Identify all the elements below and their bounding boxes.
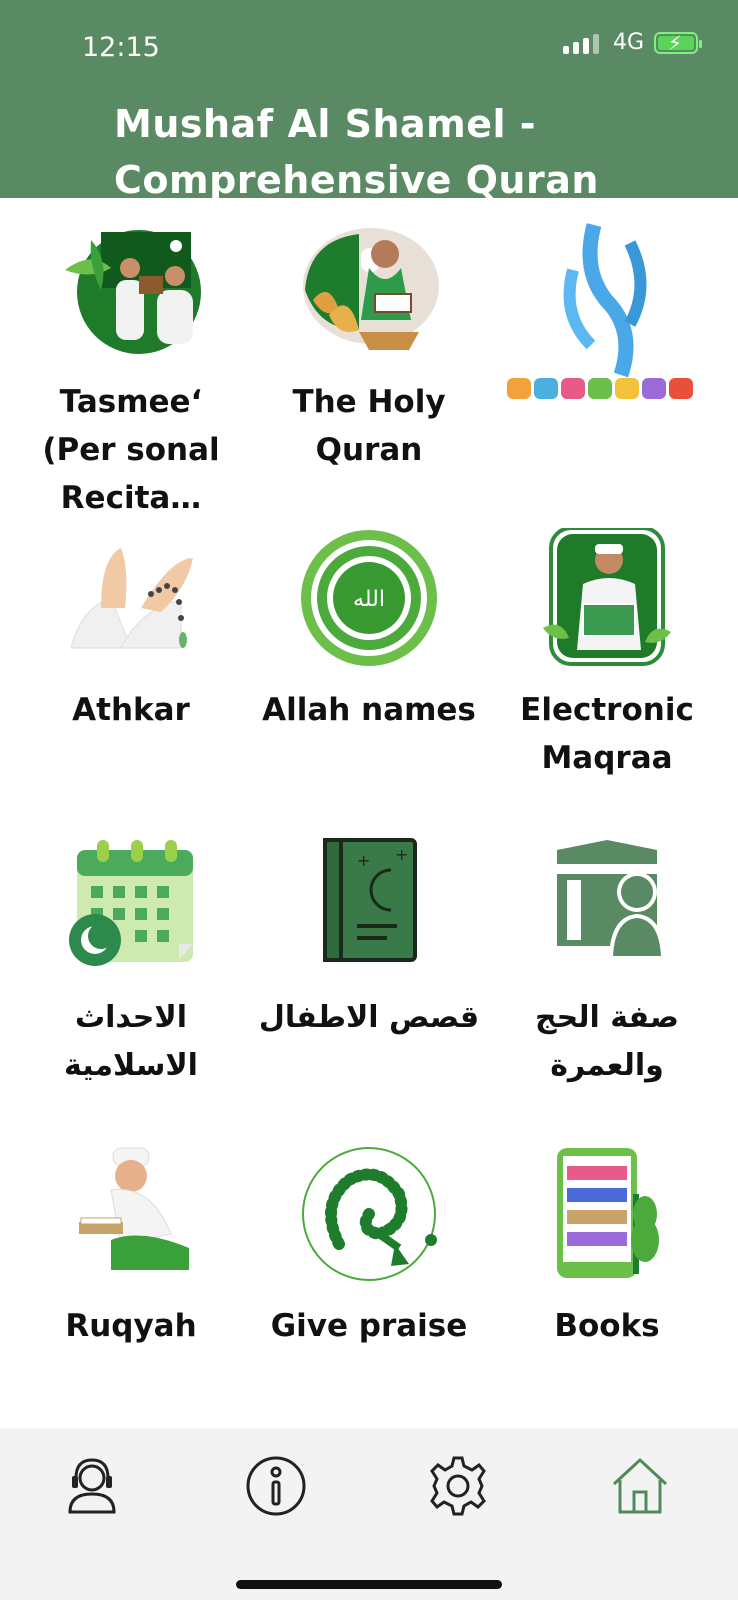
home-indicator	[236, 1580, 502, 1589]
ruqyah-reader-icon	[79, 1147, 189, 1270]
tile-islamic-events[interactable]: الاحداث الاسلامية	[8, 826, 254, 1126]
tile-athkar[interactable]: Athkar	[8, 518, 254, 818]
app-header: 12:15 4G ⚡ Mushaf Al Shamel - Comprehens…	[0, 0, 738, 202]
tile-tasmee[interactable]: Tasmee‘ (Per sonal Recita…	[8, 210, 254, 516]
tab-bar	[0, 1428, 738, 1600]
battery-icon: ⚡	[654, 31, 702, 54]
tile-label: قصص الاطفال	[258, 1000, 480, 1035]
recitation-icon	[65, 230, 201, 354]
kaaba-pilgrim-icon	[557, 840, 665, 956]
tile-label: Books	[554, 1308, 660, 1344]
calendar-icon	[69, 840, 193, 966]
signal-icon	[562, 32, 599, 54]
tile-kids-stories[interactable]: + + قصص الاطفال	[246, 826, 492, 1126]
tile-books[interactable]: Books	[484, 1134, 730, 1434]
home-icon[interactable]	[608, 1454, 672, 1518]
tile-label: Allah names	[262, 692, 476, 728]
page-title: Mushaf Al Shamel - Comprehensive Quran	[114, 102, 599, 202]
holy-quran-icon	[303, 228, 439, 350]
svg-text:+: +	[357, 851, 370, 870]
maqraa-icon	[543, 528, 671, 666]
tile-label: Ruqyah	[65, 1308, 197, 1344]
books-shelf-icon	[557, 1148, 659, 1278]
tile-shamel-kids[interactable]	[484, 210, 730, 510]
tile-label: صفة الحج والعمرة	[534, 1000, 679, 1083]
tile-holy-quran[interactable]: The Holy Quran	[246, 210, 492, 510]
tile-label: The Holy Quran	[292, 384, 446, 468]
tile-allah-names[interactable]: الله Allah names	[246, 518, 492, 818]
kids-stories-book-icon: + +	[323, 838, 417, 962]
tile-ruqyah[interactable]: Ruqyah	[8, 1134, 254, 1434]
svg-text:+: +	[395, 845, 408, 864]
status-time: 12:15	[82, 32, 160, 63]
prayer-beads-icon	[302, 1147, 437, 1281]
status-indicators: 4G ⚡	[562, 30, 702, 55]
settings-icon[interactable]	[426, 1454, 490, 1518]
allah-names-icon: الله	[301, 530, 437, 666]
svg-text:الله: الله	[353, 587, 385, 612]
praying-hands-icon	[70, 548, 193, 649]
support-agent-icon[interactable]	[60, 1454, 124, 1518]
tile-label: Give praise	[270, 1308, 468, 1344]
tile-label: Athkar	[72, 692, 190, 728]
tile-label: Electronic Maqraa	[520, 692, 694, 776]
network-label: 4G	[612, 30, 644, 55]
shamel-kids-logo	[507, 223, 693, 399]
tile-electronic-maqraa[interactable]: Electronic Maqraa	[484, 518, 730, 818]
tile-label: الاحداث الاسلامية	[64, 1000, 198, 1083]
tile-give-praise[interactable]: Give praise	[246, 1134, 492, 1434]
tile-hajj-umrah[interactable]: صفة الحج والعمرة	[484, 826, 730, 1126]
info-icon[interactable]	[244, 1454, 308, 1518]
tile-label: Tasmee‘ (Per sonal Recita…	[42, 384, 220, 516]
